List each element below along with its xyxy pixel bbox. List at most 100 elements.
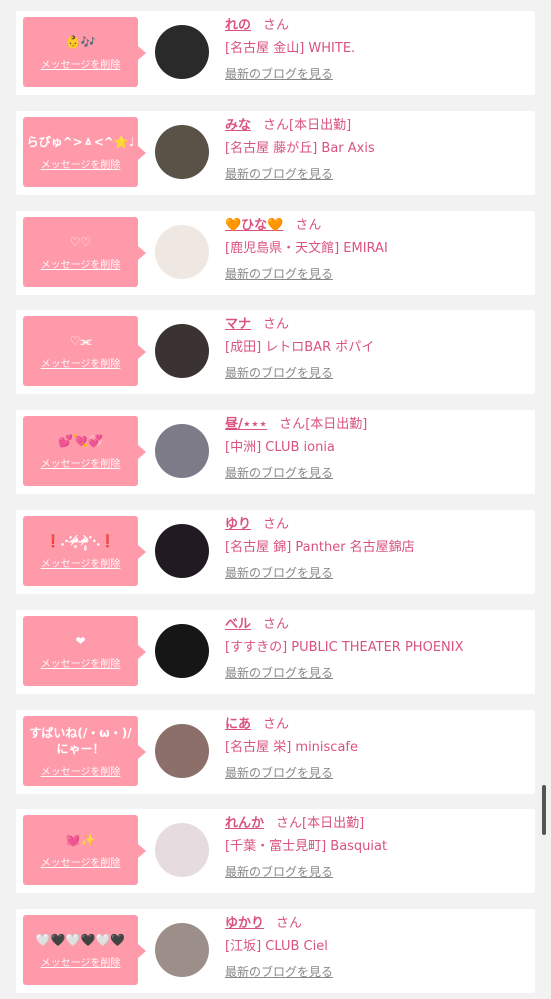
cast-name-link[interactable]: ゆり <box>225 517 251 532</box>
avatar[interactable] <box>155 324 209 378</box>
delete-message-link[interactable]: メッセージを削除 <box>41 854 121 869</box>
shop-label: [中洲] CLUB ionia <box>225 440 335 455</box>
honorific-label: さん <box>263 317 290 332</box>
latest-blog-link[interactable]: 最新のブログを見る <box>225 765 333 781</box>
cast-name-link[interactable]: にあ <box>225 717 251 732</box>
message-bubble: ♡♡ メッセージを削除 <box>23 217 146 287</box>
honorific-label: さん <box>263 617 290 632</box>
avatar[interactable] <box>155 923 209 977</box>
cast-info: 🧡ひな🧡 さん [鹿児島県・天文館] EMIRAI 最新のブログを見る <box>225 216 525 282</box>
name-row: ゆかり さん <box>225 914 525 934</box>
latest-blog-link[interactable]: 最新のブログを見る <box>225 964 333 980</box>
delete-message-link[interactable]: メッセージを削除 <box>41 954 121 969</box>
cast-info: ベル さん [すすきの] PUBLIC THEATER PHOENIX 最新のブロ… <box>225 615 525 681</box>
name-row: みな さん[本日出勤] <box>225 116 525 136</box>
cast-name-link[interactable]: ゆかり <box>225 916 264 931</box>
message-card: 💕💘💞 メッセージを削除 昼/⋆⋆⋆ さん[本日出勤] [中洲] CLUB ion… <box>16 410 535 494</box>
delete-message-link[interactable]: メッセージを削除 <box>41 156 121 171</box>
message-bubble: ❤ メッセージを削除 <box>23 616 146 686</box>
delete-message-link[interactable]: メッセージを削除 <box>41 455 121 470</box>
message-text: ❤ <box>75 633 86 648</box>
honorific-label: さん <box>263 18 290 33</box>
shop-label: [成田] レトロBAR ポパイ <box>225 340 375 355</box>
message-list: 👶🎶 メッセージを削除 れの さん [名古屋 金山] WHITE. 最新のブログを… <box>0 0 551 999</box>
message-text: 💕💘💞 <box>58 433 103 448</box>
message-card: 👶🎶 メッセージを削除 れの さん [名古屋 金山] WHITE. 最新のブログを… <box>16 11 535 95</box>
message-card: ♡⫘ メッセージを削除 マナ さん [成田] レトロBAR ポパイ 最新のブログを… <box>16 310 535 394</box>
avatar[interactable] <box>155 524 209 578</box>
cast-name-link[interactable]: みな <box>225 118 251 133</box>
message-bubble: 💕💘💞 メッセージを削除 <box>23 416 146 486</box>
message-text: 💓✨ <box>65 832 96 847</box>
cast-name-link[interactable]: 🧡ひな🧡 <box>225 218 283 233</box>
message-bubble: ♡⫘ メッセージを削除 <box>23 316 146 386</box>
shop-label: [千葉・富士見町] Basquiat <box>225 839 388 854</box>
delete-message-link[interactable]: メッセージを削除 <box>41 355 121 370</box>
shop-label: [名古屋 錦] Panther 名古屋錦店 <box>225 540 415 555</box>
message-card: ♡♡ メッセージを削除 🧡ひな🧡 さん [鹿児島県・天文館] EMIRAI 最新の… <box>16 211 535 295</box>
avatar[interactable] <box>155 624 209 678</box>
avatar[interactable] <box>155 823 209 877</box>
name-row: マナ さん <box>225 315 525 335</box>
status-label: [本日出勤] <box>302 816 365 831</box>
latest-blog-link[interactable]: 最新のブログを見る <box>225 465 333 481</box>
latest-blog-link[interactable]: 最新のブログを見る <box>225 266 333 282</box>
delete-message-link[interactable]: メッセージを削除 <box>41 655 121 670</box>
avatar[interactable] <box>155 724 209 778</box>
cast-name-link[interactable]: マナ <box>225 317 251 332</box>
shop-label: [すすきの] PUBLIC THEATER PHOENIX <box>225 640 464 655</box>
avatar[interactable] <box>155 424 209 478</box>
cast-info: にあ さん [名古屋 栄] miniscafe 最新のブログを見る <box>225 715 525 781</box>
message-text: ♡⫘ <box>69 333 92 348</box>
message-card: ❗️⋰ᵒ̴̶̷̥́ ᵒ̴̶̷̣̥̀⋱❗️ メッセージを削除 ゆり さん [名古屋 … <box>16 510 535 594</box>
cast-name-link[interactable]: 昼/⋆⋆⋆ <box>225 417 267 432</box>
latest-blog-link[interactable]: 最新のブログを見る <box>225 166 333 182</box>
message-bubble: すばいね(/・ω・)/ にゃー！ メッセージを削除 <box>23 716 146 786</box>
name-row: ゆり さん <box>225 515 525 535</box>
cast-info: れの さん [名古屋 金山] WHITE. 最新のブログを見る <box>225 16 525 82</box>
honorific-label: さん <box>276 816 303 831</box>
name-row: 昼/⋆⋆⋆ さん[本日出勤] <box>225 415 525 435</box>
scrollbar[interactable] <box>542 785 546 835</box>
message-text: すばいね(/・ω・)/ にゃー！ <box>29 725 132 756</box>
latest-blog-link[interactable]: 最新のブログを見る <box>225 565 333 581</box>
avatar[interactable] <box>155 25 209 79</box>
delete-message-link[interactable]: メッセージを削除 <box>41 56 121 71</box>
status-label: [本日出勤] <box>305 417 368 432</box>
message-card: 🤍🖤🤍🖤🤍🖤 メッセージを削除 ゆかり さん [江坂] CLUB Ciel 最新の… <box>16 909 535 993</box>
message-bubble: 💓✨ メッセージを削除 <box>23 815 146 885</box>
latest-blog-link[interactable]: 最新のブログを見る <box>225 365 333 381</box>
shop-label: [鹿児島県・天文館] EMIRAI <box>225 241 388 256</box>
message-text: ♡♡ <box>69 234 92 249</box>
avatar[interactable] <box>155 125 209 179</box>
honorific-label: さん <box>263 517 290 532</box>
shop-label: [名古屋 栄] miniscafe <box>225 740 358 755</box>
cast-name-link[interactable]: れの <box>225 18 251 33</box>
message-bubble: ❗️⋰ᵒ̴̶̷̥́ ᵒ̴̶̷̣̥̀⋱❗️ メッセージを削除 <box>23 516 146 586</box>
avatar[interactable] <box>155 225 209 279</box>
delete-message-link[interactable]: メッセージを削除 <box>41 256 121 271</box>
cast-info: みな さん[本日出勤] [名古屋 藤が丘] Bar Axis 最新のブログを見る <box>225 116 525 182</box>
shop-label: [名古屋 金山] WHITE. <box>225 41 356 56</box>
cast-info: 昼/⋆⋆⋆ さん[本日出勤] [中洲] CLUB ionia 最新のブログを見る <box>225 415 525 481</box>
shop-label: [江坂] CLUB Ciel <box>225 939 328 954</box>
message-bubble: らぴゅ^>ㅿ<^⭐️♩ メッセージを削除 <box>23 117 146 187</box>
status-label: [本日出勤] <box>289 118 352 133</box>
honorific-label: さん <box>263 717 290 732</box>
delete-message-link[interactable]: メッセージを削除 <box>41 763 121 778</box>
latest-blog-link[interactable]: 最新のブログを見る <box>225 665 333 681</box>
name-row: れんか さん[本日出勤] <box>225 814 525 834</box>
cast-name-link[interactable]: れんか <box>225 816 264 831</box>
name-row: ベル さん <box>225 615 525 635</box>
message-bubble: 👶🎶 メッセージを削除 <box>23 17 146 87</box>
honorific-label: さん <box>276 916 303 931</box>
latest-blog-link[interactable]: 最新のブログを見る <box>225 66 333 82</box>
message-text: 🤍🖤🤍🖤🤍🖤 <box>35 932 126 947</box>
cast-name-link[interactable]: ベル <box>225 617 251 632</box>
latest-blog-link[interactable]: 最新のブログを見る <box>225 864 333 880</box>
message-card: すばいね(/・ω・)/ にゃー！ メッセージを削除 にあ さん [名古屋 栄] m… <box>16 710 535 794</box>
delete-message-link[interactable]: メッセージを削除 <box>41 555 121 570</box>
message-text: 👶🎶 <box>65 34 96 49</box>
shop-label: [名古屋 藤が丘] Bar Axis <box>225 141 375 156</box>
message-card: ❤ メッセージを削除 ベル さん [すすきの] PUBLIC THEATER PH… <box>16 610 535 694</box>
